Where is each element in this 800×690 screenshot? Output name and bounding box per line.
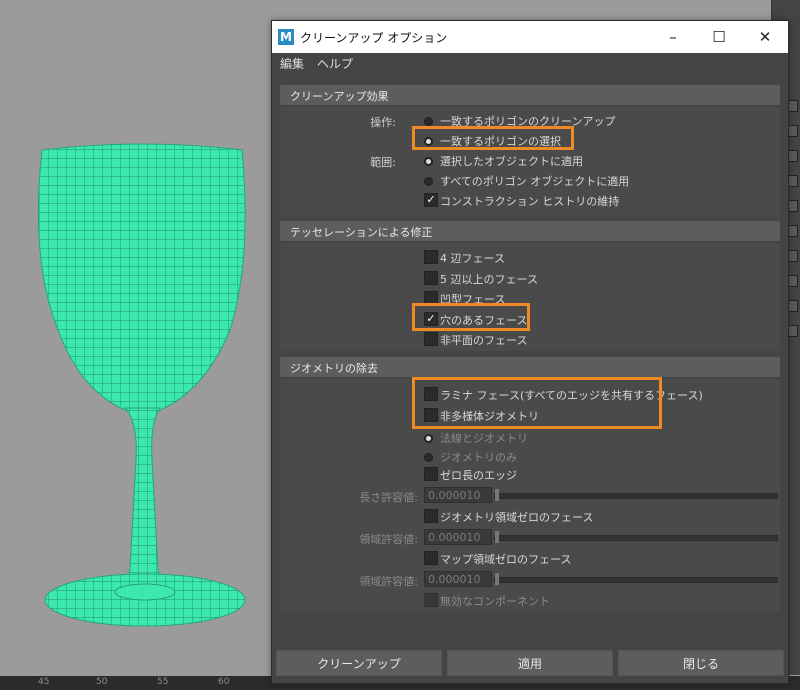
slider-handle[interactable]	[495, 573, 499, 585]
scope-option-selected: 選択したオブジェクトに適用	[440, 155, 583, 168]
operation-label: 操作:	[370, 116, 396, 129]
section-title: クリーンアップ効果	[290, 90, 389, 103]
ruler-tick: 60	[218, 677, 230, 687]
section-title: テッセレーションによる修正	[290, 226, 433, 239]
four-sided-label: 4 辺フェース	[440, 252, 505, 265]
zero-edge-label: ゼロ長のエッジ	[440, 469, 517, 482]
radio-cleanup[interactable]	[424, 117, 433, 126]
menu-bar: 編集 ヘルプ	[272, 53, 788, 73]
menu-edit[interactable]: 編集	[280, 55, 304, 72]
ruler-tick: 45	[38, 677, 50, 687]
zero-map-face-label: マップ領域ゼロのフェース	[440, 553, 572, 566]
invalid-component-checkbox[interactable]	[424, 593, 438, 607]
toolbar-marker[interactable]	[788, 200, 798, 212]
apply-button[interactable]: 適用	[447, 650, 613, 676]
scope-label: 範囲:	[370, 156, 396, 169]
length-tolerance-field[interactable]: 0.000010	[424, 487, 492, 503]
section-tessellation	[280, 243, 780, 351]
highlight-box	[412, 377, 662, 429]
toolbar-marker[interactable]	[788, 225, 798, 237]
maya-app-icon: M	[278, 29, 294, 45]
toolbar-marker[interactable]	[788, 250, 798, 262]
nonplanar-label: 非平面のフェース	[440, 334, 528, 347]
section-header-tessellation[interactable]: テッセレーションによる修正	[280, 221, 780, 241]
zero-area-face-checkbox[interactable]	[424, 509, 438, 523]
toolbar-marker[interactable]	[788, 100, 798, 112]
toolbar-marker[interactable]	[788, 275, 798, 287]
close-button[interactable]: 閉じる	[618, 650, 784, 676]
four-sided-checkbox[interactable]	[424, 250, 438, 264]
slider-handle[interactable]	[495, 489, 499, 501]
ruler-tick: 55	[157, 677, 169, 687]
area-tolerance-slider[interactable]	[494, 535, 778, 541]
map-tolerance-label: 領域許容値:	[359, 575, 418, 588]
toolbar-marker[interactable]	[788, 150, 798, 162]
radio-scope-all[interactable]	[424, 177, 433, 186]
zero-area-face-label: ジオメトリ領域ゼロのフェース	[440, 511, 594, 524]
keep-history-checkbox[interactable]: ✓	[424, 193, 438, 207]
invalid-component-label: 無効なコンポーネント	[440, 595, 550, 608]
cleanup-options-dialog: M クリーンアップ オプション – ☐ ✕ 編集 ヘルプ クリーンアップ効果 操…	[271, 20, 789, 684]
normals-geometry-label: 法線とジオメトリ	[440, 432, 528, 445]
dialog-button-bar: クリーンアップ 適用 閉じる	[272, 645, 788, 683]
section-title: ジオメトリの除去	[290, 362, 378, 375]
toolbar-marker[interactable]	[788, 325, 798, 337]
geometry-only-label: ジオメトリのみ	[440, 451, 517, 464]
toolbar-marker[interactable]	[788, 125, 798, 137]
toolbar-marker[interactable]	[788, 300, 798, 312]
map-tolerance-slider[interactable]	[494, 577, 778, 583]
area-tolerance-label: 領域許容値:	[359, 533, 418, 546]
radio-scope-selected[interactable]	[424, 157, 433, 166]
toolbar-marker[interactable]	[788, 175, 798, 187]
section-header-remove-geometry[interactable]: ジオメトリの除去	[280, 357, 780, 377]
radio-geometry-only[interactable]	[424, 453, 433, 462]
menu-help[interactable]: ヘルプ	[317, 55, 353, 72]
wine-glass-wireframe[interactable]	[30, 140, 270, 630]
radio-normals-geometry[interactable]	[424, 434, 433, 443]
highlight-box	[412, 126, 574, 150]
maximize-button[interactable]: ☐	[696, 21, 742, 53]
slider-handle[interactable]	[495, 531, 499, 543]
highlight-box	[412, 303, 530, 331]
title-bar[interactable]: M クリーンアップ オプション – ☐ ✕	[272, 21, 788, 53]
five-sided-checkbox[interactable]	[424, 271, 438, 285]
map-tolerance-field[interactable]: 0.000010	[424, 571, 492, 587]
section-header-cleanup-effect[interactable]: クリーンアップ効果	[280, 85, 780, 105]
zero-map-face-checkbox[interactable]	[424, 551, 438, 565]
length-tolerance-slider[interactable]	[494, 493, 778, 499]
ruler-tick: 50	[96, 677, 108, 687]
close-window-button[interactable]: ✕	[742, 21, 788, 53]
scope-option-all: すべてのポリゴン オブジェクトに適用	[440, 175, 630, 188]
area-tolerance-field[interactable]: 0.000010	[424, 529, 492, 545]
keep-history-label: コンストラクション ヒストリの維持	[440, 195, 620, 208]
zero-edge-checkbox[interactable]	[424, 467, 438, 481]
window-title: クリーンアップ オプション	[300, 31, 448, 45]
cleanup-button[interactable]: クリーンアップ	[276, 650, 442, 676]
minimize-button[interactable]: –	[650, 21, 696, 53]
five-sided-label: 5 辺以上のフェース	[440, 273, 538, 286]
nonplanar-checkbox[interactable]	[424, 332, 438, 346]
length-tolerance-label: 長さ許容値:	[359, 491, 418, 504]
